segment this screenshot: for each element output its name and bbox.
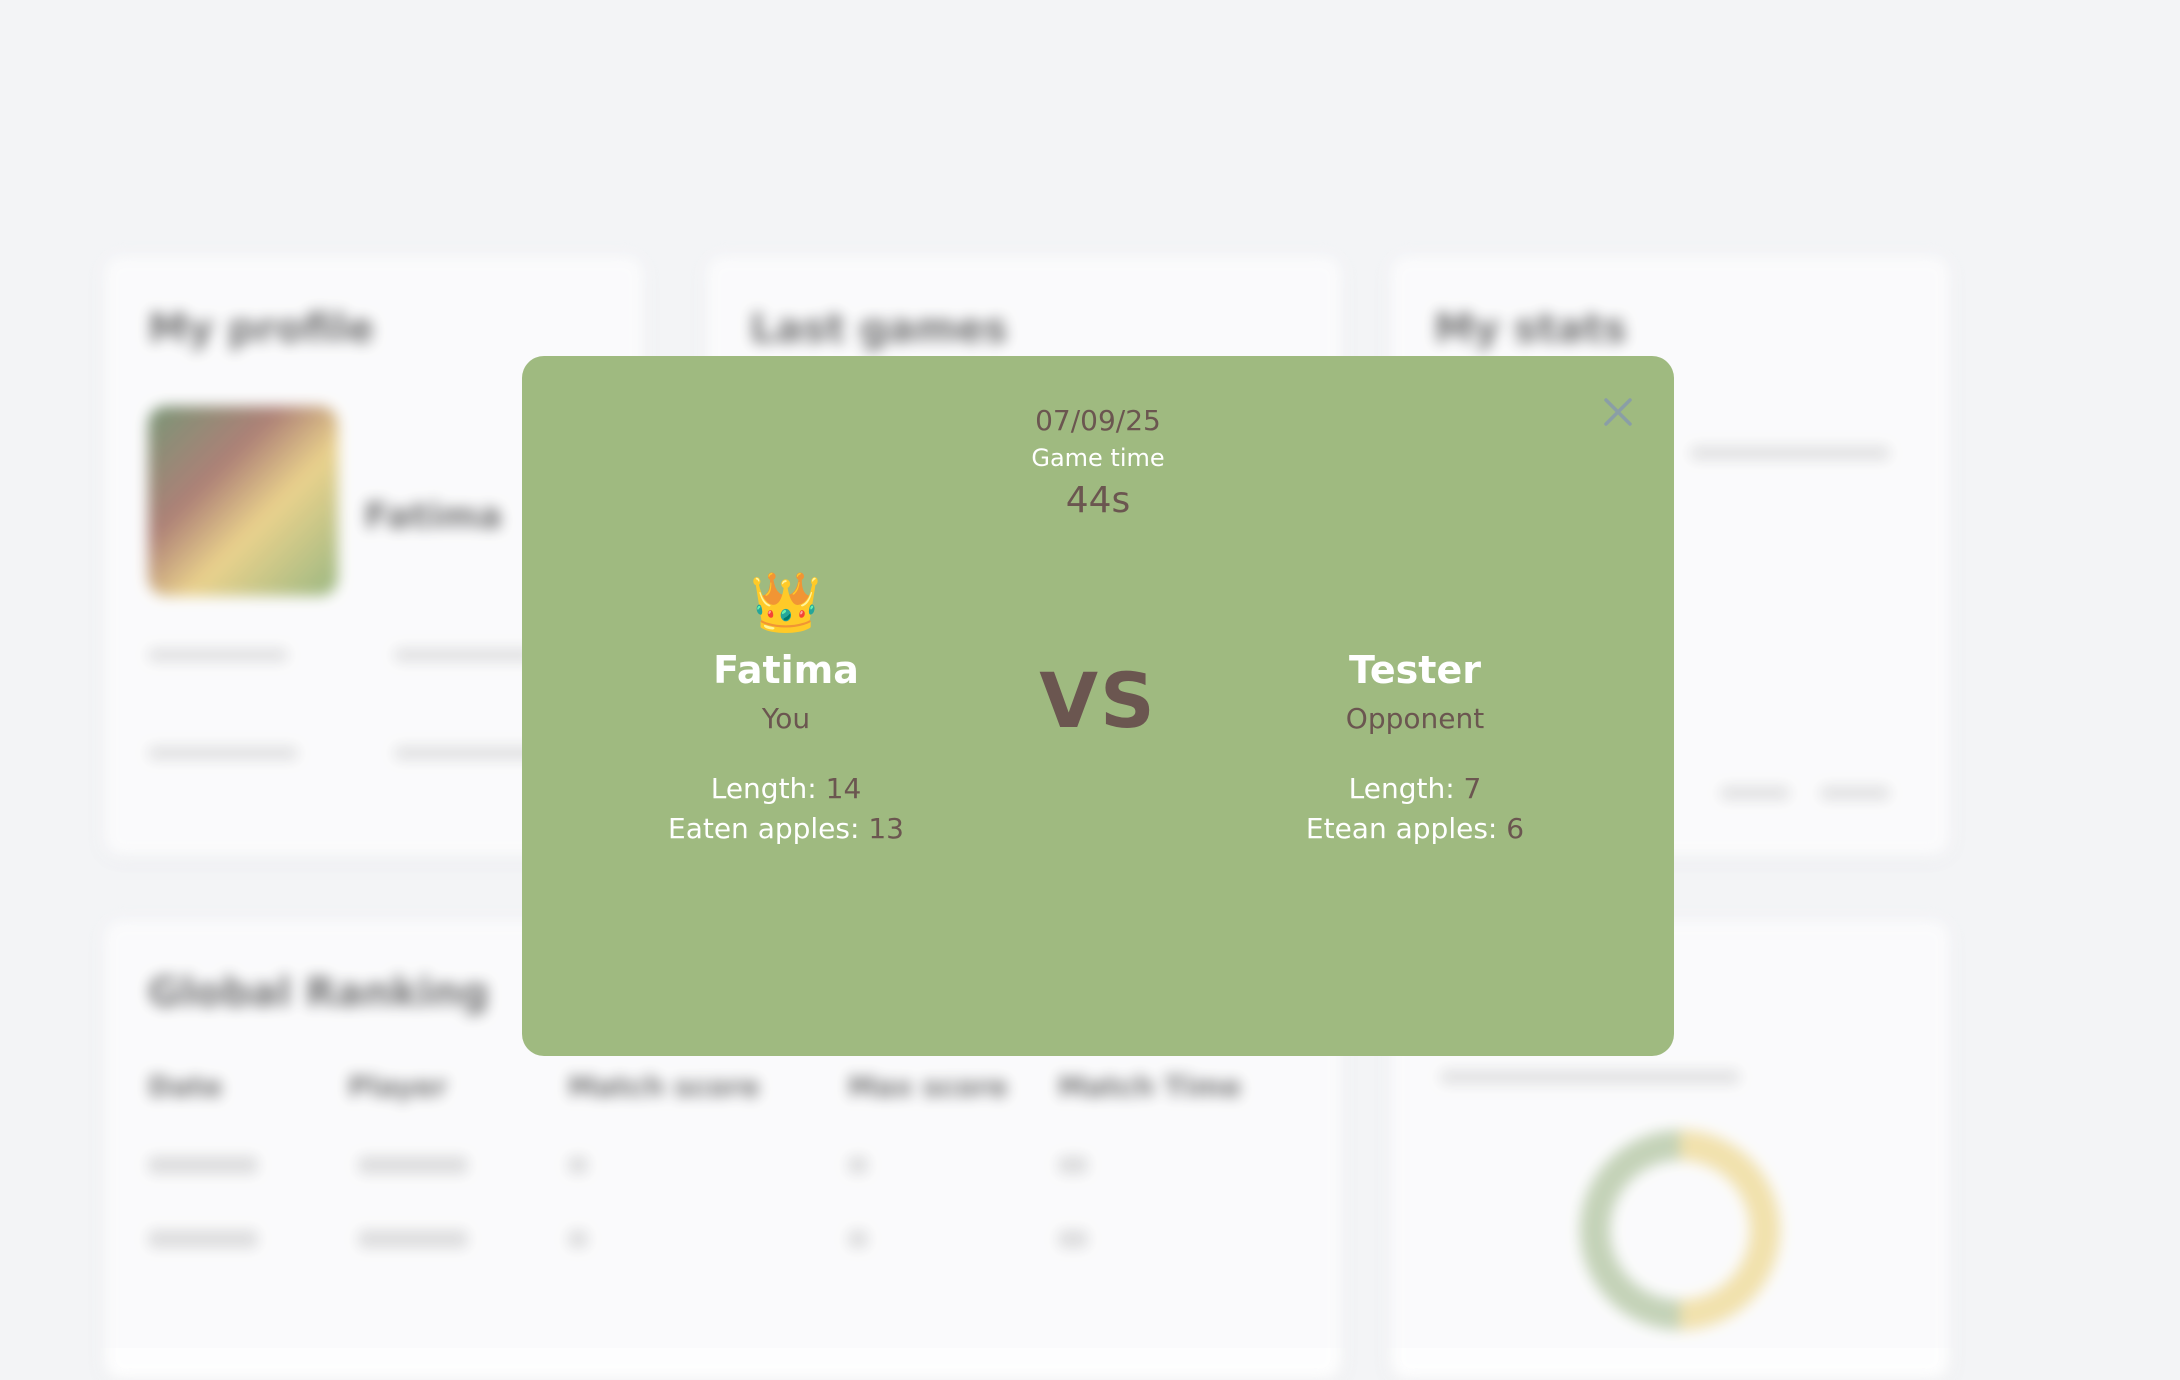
opponent-stats: Length: 7 Etean apples: 6 [1205, 769, 1625, 849]
player-length-value: 14 [826, 772, 862, 805]
player-apples-label: Eaten apples: [668, 812, 859, 845]
game-time-value: 44s [522, 480, 1674, 521]
game-time-label: Game time [522, 444, 1674, 472]
opponent-crown-spacer [1205, 566, 1625, 638]
opponent-length-value: 7 [1464, 772, 1482, 805]
player-length-label: Length: [711, 772, 817, 805]
opponent-apples-row: Etean apples: 6 [1205, 809, 1625, 849]
player-length-row: Length: 14 [576, 769, 996, 809]
opponent-apples-value: 6 [1506, 812, 1524, 845]
player-stats: Length: 14 Eaten apples: 13 [576, 769, 996, 849]
opponent-panel: Tester Opponent Length: 7 Etean apples: … [1205, 566, 1625, 849]
opponent-apples-label: Etean apples: [1306, 812, 1497, 845]
player-apples-row: Eaten apples: 13 [576, 809, 996, 849]
game-result-modal: 07/09/25 Game time 44s 👑 Fatima You Leng… [522, 356, 1674, 1056]
opponent-length-label: Length: [1349, 772, 1455, 805]
opponent-role: Opponent [1205, 702, 1625, 735]
opponent-name: Tester [1205, 648, 1625, 692]
opponent-length-row: Length: 7 [1205, 769, 1625, 809]
player-apples-value: 13 [868, 812, 904, 845]
crown-icon: 👑 [576, 566, 996, 638]
game-date: 07/09/25 [522, 404, 1674, 437]
